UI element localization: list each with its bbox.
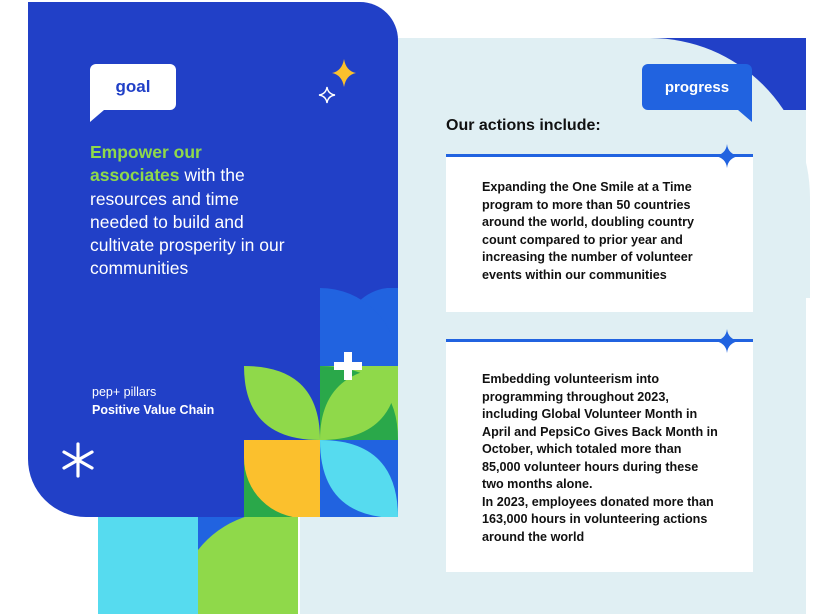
sparkle-small-icon (318, 86, 336, 104)
action-card: Expanding the One Smile at a Time progra… (446, 154, 753, 312)
action-card: Embedding volunteerism into programming … (446, 339, 753, 572)
sparkle-icon (715, 329, 739, 353)
tile-decoration (244, 288, 398, 517)
actions-heading: Our actions include: (446, 117, 601, 134)
action-text: Expanding the One Smile at a Time progra… (482, 180, 694, 282)
bottom-decoration (98, 510, 298, 614)
sparkle-icon (715, 144, 739, 168)
pillars-label: pep+ pillars (92, 385, 157, 399)
goal-statement: Empower our associates with the resource… (90, 141, 290, 281)
action-text: Embedding volunteerism into programming … (482, 372, 718, 544)
leaf-left (244, 366, 320, 440)
sparkle-icon (332, 59, 356, 87)
progress-label: progress (642, 64, 752, 122)
pillars-value: Positive Value Chain (92, 403, 215, 417)
plus-icon (334, 362, 362, 370)
goal-label: goal (90, 64, 176, 122)
asterisk-icon (62, 442, 94, 478)
